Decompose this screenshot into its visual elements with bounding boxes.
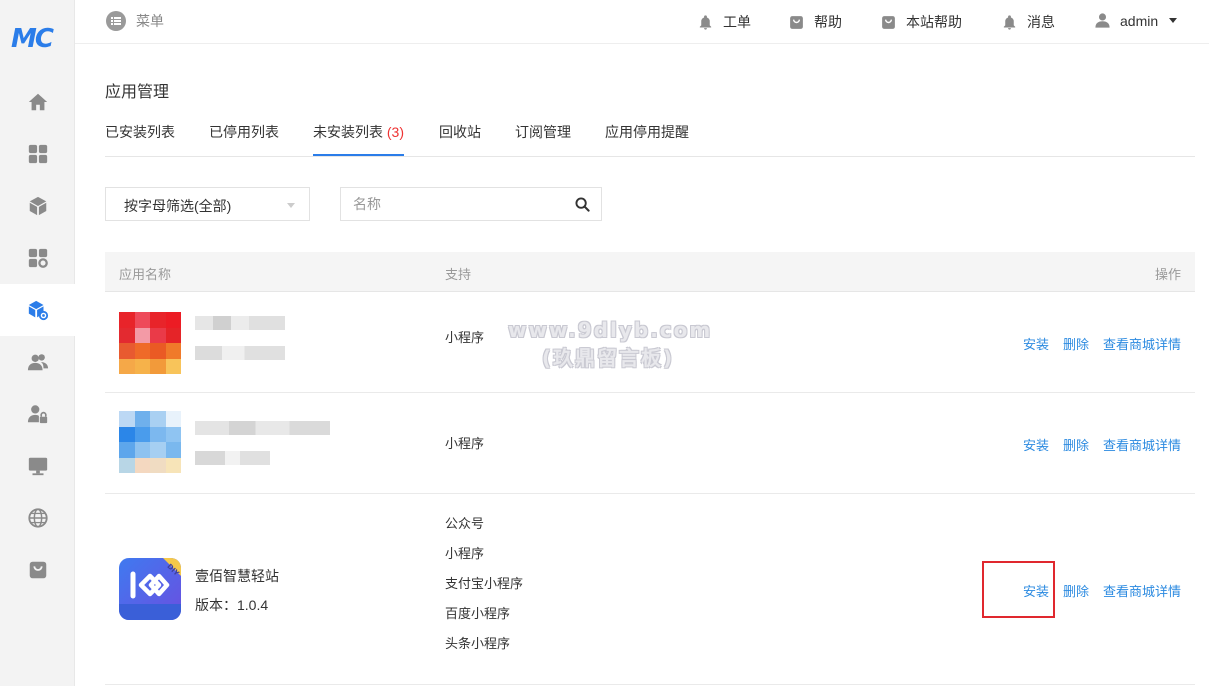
topbar-messages-label: 消息 [1027,14,1055,30]
column-header-support: 支持 [445,267,472,282]
tab-bar: 已安装列表 已停用列表 未安装列表 (3) 回收站 订阅管理 应用停用提醒 [105,112,1195,157]
support-list: 公众号 小程序 支付宝小程序 百度小程序 头条小程序 [445,514,523,664]
tab-installed[interactable]: 已安装列表 [105,122,175,154]
bag-icon [790,15,803,29]
sidebar-item-cube[interactable] [0,180,75,232]
list-menu-icon [106,11,126,31]
sidebar-item-apps[interactable] [0,128,75,180]
apps-settings-icon [28,248,48,268]
topbar-help-label: 帮助 [814,14,842,30]
delete-link[interactable]: 删除 [1063,581,1089,600]
bell-icon [1003,14,1016,30]
brand-logo[interactable]: MC [11,24,61,54]
menu-label: 菜单 [136,13,164,29]
page-title: 应用管理 [105,84,170,101]
tab-count-badge: (3) [386,124,405,140]
user-icon [1095,13,1110,28]
cube-settings-icon [28,300,48,321]
tab-subscriptions[interactable]: 订阅管理 [515,122,571,154]
search-input[interactable] [341,188,561,220]
sidebar-item-users[interactable] [0,336,75,388]
app-logo-icon: DIY [119,558,181,620]
top-bar: 菜单 工单 帮助 本站帮助 消息 admin [75,0,1209,44]
search-box [340,187,602,221]
blurred-app-version [195,346,285,360]
letter-filter-value: 按字母筛选(全部) [124,198,232,214]
install-link[interactable]: 安装 [1023,334,1049,353]
blurred-app-name [195,421,330,435]
watermark-url: www.9dlyb.com [508,318,713,342]
topbar-site-help-label: 本站帮助 [906,14,962,30]
app-icon-pixelated [119,411,181,473]
watermark: www.9dlyb.com (玖鼎留言板) [508,316,713,372]
sidebar-item-app-settings[interactable] [0,232,75,284]
support-list: 小程序 [445,328,484,358]
letter-filter-select[interactable]: 按字母筛选(全部) [105,187,310,221]
tab-not-installed[interactable]: 未安装列表 (3) [313,122,405,156]
support-platform: 公众号 [445,516,485,531]
home-icon [28,93,47,111]
shop-bag-icon [29,561,46,579]
topbar-tickets[interactable]: 工单 [697,12,751,32]
sidebar-item-monitor[interactable] [0,440,75,492]
support-list: 小程序 [445,434,484,464]
user-lock-icon [27,405,47,424]
menu-toggle[interactable]: 菜单 [106,11,164,31]
view-store-detail-link[interactable]: 查看商城详情 [1103,334,1181,353]
tab-recycle-bin[interactable]: 回收站 [439,122,481,154]
sidebar-item-app-management[interactable] [0,284,75,336]
search-icon[interactable] [575,197,590,212]
topbar-help[interactable]: 帮助 [788,12,842,32]
delete-link[interactable]: 删除 [1063,334,1089,353]
row-actions: 安装 删除 查看商城详情 [1023,435,1181,454]
row-actions: 安装 删除 查看商城详情 [1023,334,1181,353]
cube-icon [29,196,46,216]
table-header: 应用名称 支持 操作 [105,252,1195,292]
sidebar: MC [0,0,75,686]
support-platform: 小程序 [445,330,485,345]
view-store-detail-link[interactable]: 查看商城详情 [1103,435,1181,454]
app-name: 壹佰智慧轻站 [195,568,279,584]
delete-link[interactable]: 删除 [1063,435,1089,454]
sidebar-item-store[interactable] [0,544,75,596]
column-header-actions: 操作 [1154,267,1181,282]
topbar-messages[interactable]: 消息 [1001,12,1055,32]
dropdown-arrow-icon [287,203,295,208]
monitor-icon [28,457,47,476]
app-icon-pixelated [119,312,181,374]
tab-disable-reminder[interactable]: 应用停用提醒 [605,122,689,154]
blurred-app-version [195,451,270,465]
install-link[interactable]: 安装 [1023,435,1049,454]
users-icon [27,354,48,371]
support-platform: 百度小程序 [445,606,511,621]
bell-icon [699,14,712,30]
support-platform: 小程序 [445,546,485,561]
caret-down-icon [1169,18,1178,23]
tab-disabled[interactable]: 已停用列表 [209,122,279,154]
sidebar-item-sites[interactable] [0,492,75,544]
grid-apps-icon [28,144,47,164]
blurred-app-name [195,316,285,330]
tab-not-installed-label: 未安装列表 [313,124,383,140]
support-platform: 支付宝小程序 [445,576,524,591]
globe-icon [27,508,48,528]
highlight-annotation-box [982,561,1055,618]
topbar-username: admin [1120,12,1159,29]
topbar-user-menu[interactable]: admin [1094,12,1178,29]
sidebar-item-permissions[interactable] [0,388,75,440]
column-header-name: 应用名称 [119,267,172,282]
watermark-site-name: (玖鼎留言板) [541,346,675,370]
topbar-site-help[interactable]: 本站帮助 [880,12,962,32]
bag-icon [882,15,895,29]
support-platform: 头条小程序 [445,636,511,651]
support-platform: 小程序 [445,436,485,451]
view-store-detail-link[interactable]: 查看商城详情 [1103,581,1181,600]
app-version: 版本：1.0.4 [195,597,269,613]
sidebar-item-home[interactable] [0,76,75,128]
table-row: 小程序 安装 删除 查看商城详情 [105,393,1195,494]
topbar-tickets-label: 工单 [723,14,751,30]
